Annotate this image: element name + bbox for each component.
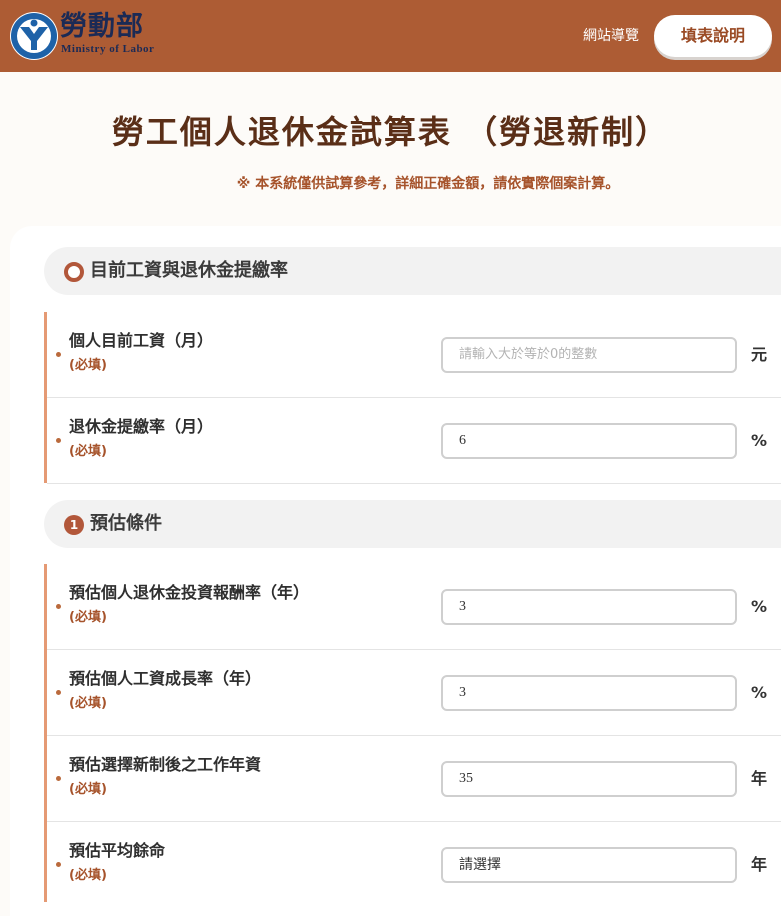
disclaimer-notice: ※ 本系統僅供試算參考，詳細正確金額，請依實際個案計算。 <box>236 176 620 192</box>
form-row-life-expectancy: 預估平均餘命 (必填) 請選擇 年 <box>47 822 781 907</box>
unit-label: % <box>751 683 768 702</box>
required-tag: (必填) <box>69 696 107 711</box>
bullet-dot-icon <box>56 604 61 609</box>
section-ring-icon <box>64 262 84 282</box>
bullet-dot-icon <box>56 438 61 443</box>
required-tag: (必填) <box>69 868 107 883</box>
brand-name-chinese: 勞動部 <box>60 11 144 42</box>
bullet-dot-icon <box>56 776 61 781</box>
field-label: 預估平均餘命 <box>69 841 166 860</box>
section-title-current-wage: 目前工資與退休金提繳率 <box>90 260 288 281</box>
work-years-input[interactable] <box>441 761 737 797</box>
section-title-estimates: 預估條件 <box>90 513 162 534</box>
form-row-wage-growth: 預估個人工資成長率（年） (必填) % <box>47 650 781 735</box>
field-label: 預估個人退休金投資報酬率（年） <box>69 583 310 602</box>
life-expectancy-select[interactable]: 請選擇 <box>441 847 737 883</box>
bullet-dot-icon <box>56 690 61 695</box>
help-instructions-button[interactable]: 填表說明 <box>654 15 772 57</box>
field-label: 個人目前工資（月） <box>69 331 214 350</box>
form-row-current-wage: 個人目前工資（月） (必填) 元 <box>47 312 781 397</box>
brand-name-english: Ministry of Labor <box>61 43 155 55</box>
row-divider <box>47 483 781 484</box>
site-map-link[interactable]: 網站導覽 <box>583 27 639 45</box>
contribution-rate-input[interactable] <box>441 423 737 459</box>
required-tag: (必填) <box>69 782 107 797</box>
required-tag: (必填) <box>69 358 107 373</box>
bullet-dot-icon <box>56 862 61 867</box>
form-row-contribution-rate: 退休金提繳率（月） (必填) % <box>47 398 781 483</box>
investment-return-input[interactable] <box>441 589 737 625</box>
ministry-logo-icon[interactable] <box>10 12 58 60</box>
field-label: 預估個人工資成長率（年） <box>69 669 262 688</box>
field-label: 退休金提繳率（月） <box>69 417 214 436</box>
current-wage-input[interactable] <box>441 337 737 373</box>
section-number-icon: 1 <box>64 515 84 535</box>
required-tag: (必填) <box>69 610 107 625</box>
form-row-work-years: 預估選擇新制後之工作年資 (必填) 年 <box>47 736 781 821</box>
unit-label: 年 <box>751 769 768 788</box>
required-tag: (必填) <box>69 444 107 459</box>
top-navigation-bar: 勞動部 Ministry of Labor 網站導覽 填表說明 <box>0 0 781 72</box>
field-label: 預估選擇新制後之工作年資 <box>69 755 262 774</box>
unit-label: 元 <box>751 345 768 364</box>
unit-label: % <box>751 431 768 450</box>
page-title: 勞工個人退休金試算表 （勞退新制） <box>111 113 670 151</box>
form-row-investment-return: 預估個人退休金投資報酬率（年） (必填) % <box>47 564 781 649</box>
bullet-dot-icon <box>56 352 61 357</box>
unit-label: % <box>751 597 768 616</box>
wage-growth-input[interactable] <box>441 675 737 711</box>
unit-label: 年 <box>751 855 768 874</box>
